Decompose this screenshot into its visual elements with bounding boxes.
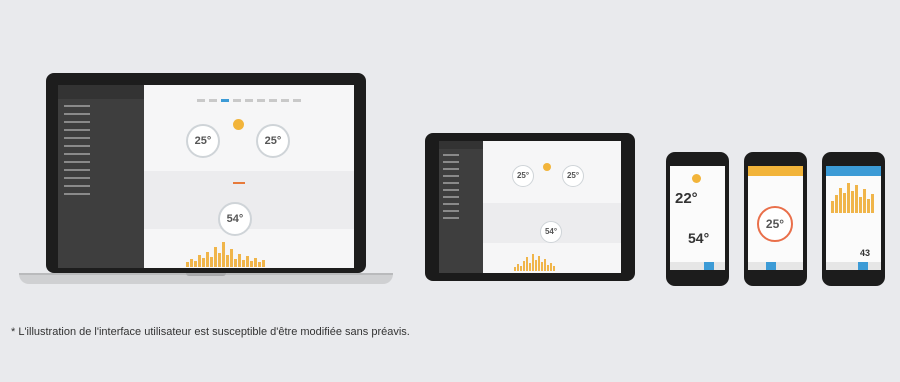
phone1-active-tab[interactable] bbox=[704, 262, 714, 270]
phone-mockup-1: 22° 54° bbox=[666, 152, 729, 286]
sun-icon bbox=[233, 119, 244, 130]
laptop-bar-chart bbox=[186, 240, 296, 267]
tablet-humidity-dial[interactable]: 54° bbox=[540, 221, 562, 243]
tablet-setpoint-left[interactable]: 25° bbox=[512, 165, 534, 187]
phone3-header bbox=[826, 166, 881, 176]
disclaimer-footnote: * L'illustration de l'interface utilisat… bbox=[11, 326, 410, 338]
phone3-screen: 43 bbox=[826, 166, 881, 270]
phone1-screen: 22° 54° bbox=[670, 166, 725, 270]
phone3-bar-chart bbox=[831, 181, 877, 213]
laptop-notch bbox=[186, 273, 226, 276]
phone2-header bbox=[748, 166, 803, 176]
phone1-sun-icon bbox=[692, 174, 701, 183]
phone2-screen: 25° bbox=[748, 166, 803, 270]
tablet-bar-chart bbox=[514, 253, 594, 271]
phone3-active-tab[interactable] bbox=[858, 262, 868, 270]
laptop-sidebar bbox=[58, 85, 144, 268]
phone1-temp: 22° bbox=[675, 190, 698, 207]
phone1-humidity: 54° bbox=[688, 230, 710, 246]
laptop-setpoint-right[interactable]: 25° bbox=[256, 124, 290, 158]
tablet-setpoint-right[interactable]: 25° bbox=[562, 165, 584, 187]
phone3-value: 43 bbox=[860, 248, 871, 258]
phone-mockup-3: 43 bbox=[822, 152, 885, 286]
laptop-tabbar[interactable] bbox=[144, 89, 354, 102]
humidity-icon bbox=[233, 182, 245, 192]
tablet-sun-icon bbox=[543, 163, 551, 171]
tablet-screen: 25° 25° 54° bbox=[439, 141, 621, 273]
phone1-tabbar[interactable] bbox=[670, 262, 725, 270]
tablet-mockup: 25° 25° 54° bbox=[425, 133, 635, 281]
phone-mockup-2: 25° bbox=[744, 152, 807, 286]
tablet-sidebar bbox=[439, 141, 483, 273]
phone2-setpoint-dial[interactable]: 25° bbox=[757, 206, 793, 242]
phone2-active-tab[interactable] bbox=[766, 262, 776, 270]
laptop-setpoint-left[interactable]: 25° bbox=[186, 124, 220, 158]
laptop-humidity-dial[interactable]: 54° bbox=[218, 202, 252, 236]
laptop-screen: 25° 25° 54° bbox=[58, 85, 354, 268]
phone3-tabbar[interactable] bbox=[826, 262, 881, 270]
laptop-mockup: 25° 25° 54° bbox=[19, 73, 393, 288]
